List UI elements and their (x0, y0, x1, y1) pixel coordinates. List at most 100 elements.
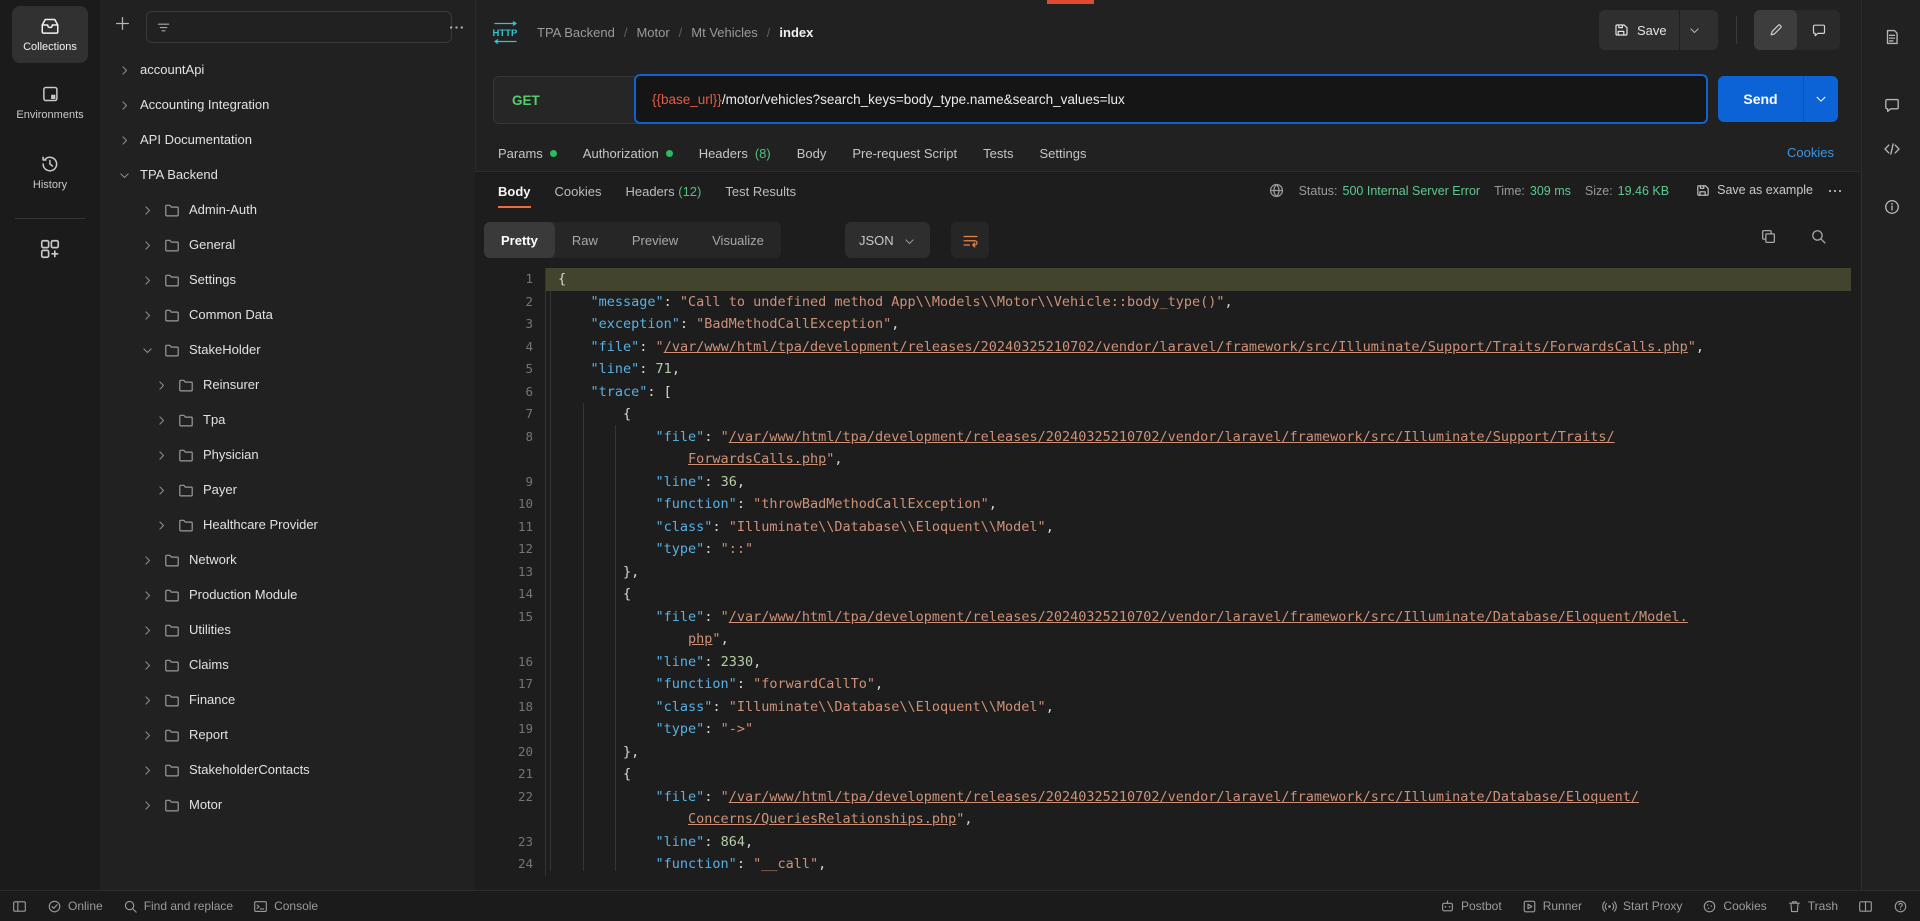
code-text: "line": 2330, (545, 651, 1851, 674)
copy-icon[interactable] (1760, 228, 1777, 245)
view-tab-preview[interactable]: Preview (615, 222, 695, 258)
view-tab-pretty[interactable]: Pretty (484, 222, 555, 258)
language-label: JSON (859, 233, 894, 248)
statusbar-split[interactable] (1858, 899, 1873, 914)
sidebar-item-reinsurer[interactable]: Reinsurer (100, 367, 475, 402)
response-tab-cookies[interactable]: Cookies (555, 184, 602, 208)
statusbar-trash[interactable]: Trash (1787, 899, 1838, 914)
right-rail-code-button[interactable] (1883, 140, 1901, 158)
sidebar-item-payer[interactable]: Payer (100, 472, 475, 507)
new-collection-button[interactable] (114, 15, 131, 32)
statusbar-start-proxy[interactable]: Start Proxy (1602, 899, 1682, 914)
wrap-line-toggle[interactable] (951, 222, 989, 258)
tab-count: (12) (678, 184, 701, 199)
sidebar-item-report[interactable]: Report (100, 717, 475, 752)
view-tab-raw[interactable]: Raw (555, 222, 615, 258)
rail-item-collections[interactable]: Collections (12, 6, 88, 63)
globe-icon[interactable] (1268, 182, 1285, 199)
globe-icon[interactable] (1268, 182, 1285, 199)
sidebar-filter-input[interactable] (146, 11, 452, 43)
response-meta: Status: 500 Internal Server Error Time: … (1268, 182, 1843, 199)
sidebar-item-stakeholdercontacts[interactable]: StakeholderContacts (100, 752, 475, 787)
sidebar-item-claims[interactable]: Claims (100, 647, 475, 682)
rail-item-environments[interactable]: Environments (16, 84, 83, 121)
wrap-text-icon[interactable] (962, 232, 979, 249)
sidebar-item-settings[interactable]: Settings (100, 262, 475, 297)
send-button[interactable]: Send (1718, 76, 1838, 122)
cookies-link[interactable]: Cookies (1787, 145, 1834, 160)
sidebar-more-button[interactable] (448, 19, 465, 36)
sidebar-item-physician[interactable]: Physician (100, 437, 475, 472)
tab-body[interactable]: Body (797, 146, 827, 161)
more-icon[interactable] (1827, 183, 1843, 199)
sidebar-item-api-documentation[interactable]: API Documentation (100, 122, 475, 157)
sidebar-item-accounting-integration[interactable]: Accounting Integration (100, 87, 475, 122)
rename-button[interactable] (1754, 10, 1797, 50)
breadcrumb-item[interactable]: Motor (636, 25, 669, 40)
statusbar-runner[interactable]: Runner (1522, 899, 1582, 914)
statusbar-sidebar-toggle[interactable] (12, 899, 27, 914)
right-rail-doc-button[interactable] (1883, 28, 1901, 46)
tab-authorization[interactable]: Authorization (583, 146, 673, 161)
save-as-example-label: Save as example (1717, 183, 1813, 197)
sidebar-item-motor[interactable]: Motor (100, 787, 475, 822)
view-tab-visualize[interactable]: Visualize (695, 222, 781, 258)
language-select[interactable]: JSON (845, 222, 930, 258)
right-rail-comment-button[interactable] (1883, 96, 1901, 114)
collections-tree: accountApiAccounting IntegrationAPI Docu… (100, 52, 475, 822)
tab-pre-request-script[interactable]: Pre-request Script (852, 146, 957, 161)
right-rail-info-button[interactable] (1883, 198, 1901, 216)
breadcrumb-separator: / (767, 25, 771, 40)
breadcrumb-item[interactable]: Mt Vehicles (691, 25, 757, 40)
line-number: 11 (475, 516, 545, 539)
search-icon[interactable] (1810, 228, 1827, 245)
search-icon[interactable] (1810, 228, 1827, 245)
breadcrumb-item[interactable]: TPA Backend (537, 25, 615, 40)
rail-item-history[interactable]: History (33, 154, 67, 191)
comment-button[interactable] (1797, 10, 1840, 50)
response-more-button[interactable] (1827, 183, 1843, 199)
send-dropdown-button[interactable] (1803, 76, 1838, 122)
code-text: }, (545, 741, 1851, 764)
sidebar-item-finance[interactable]: Finance (100, 682, 475, 717)
edit-comment-group (1754, 10, 1840, 50)
statusbar-find-and-replace[interactable]: Find and replace (123, 899, 233, 914)
sidebar-item-accountapi[interactable]: accountApi (100, 52, 475, 87)
chevron-down-icon (903, 232, 916, 247)
sidebar-item-tpa[interactable]: Tpa (100, 402, 475, 437)
copy-icon[interactable] (1760, 228, 1777, 245)
statusbar-online[interactable]: Online (47, 899, 103, 914)
code-token: "::" (721, 541, 754, 557)
response-tab-test-results[interactable]: Test Results (725, 184, 796, 208)
code-token: " (712, 631, 720, 647)
sidebar-item-common-data[interactable]: Common Data (100, 297, 475, 332)
tab-params[interactable]: Params (498, 146, 557, 161)
sidebar-item-healthcare-provider[interactable]: Healthcare Provider (100, 507, 475, 542)
sidebar-item-network[interactable]: Network (100, 542, 475, 577)
statusbar-cookies[interactable]: Cookies (1702, 899, 1766, 914)
statusbar-console[interactable]: Console (253, 899, 318, 914)
statusbar-postbot[interactable]: Postbot (1440, 899, 1502, 914)
url-input[interactable]: {{base_url}}/motor/vehicles?search_keys=… (634, 74, 1708, 124)
statusbar-help[interactable] (1893, 899, 1908, 914)
sidebar-item-utilities[interactable]: Utilities (100, 612, 475, 647)
tab-tests[interactable]: Tests (983, 146, 1013, 161)
response-tab-body[interactable]: Body (498, 184, 531, 208)
save-dropdown-button[interactable] (1679, 10, 1710, 50)
tab-settings[interactable]: Settings (1039, 146, 1086, 161)
sidebar-item-production-module[interactable]: Production Module (100, 577, 475, 612)
sidebar-item-admin-auth[interactable]: Admin-Auth (100, 192, 475, 227)
file-path-link: /var/www/html/tpa/development/releases/2… (729, 609, 1688, 625)
sidebar-item-stakeholder[interactable]: StakeHolder (100, 332, 475, 367)
sidebar-item-general[interactable]: General (100, 227, 475, 262)
tab-headers[interactable]: Headers(8) (699, 146, 771, 161)
save-as-example-button[interactable]: Save as example (1695, 183, 1813, 198)
line-number: 12 (475, 538, 545, 561)
code-line: ForwardsCalls.php", (475, 448, 1851, 471)
save-button[interactable]: Save (1599, 10, 1718, 50)
chevron-right-icon (141, 694, 154, 707)
response-tab-headers[interactable]: Headers (12) (625, 184, 701, 208)
rail-item-create[interactable] (39, 238, 61, 260)
code-token: "throwBadMethodCallException" (753, 496, 989, 512)
sidebar-item-tpa-backend[interactable]: TPA Backend (100, 157, 475, 192)
